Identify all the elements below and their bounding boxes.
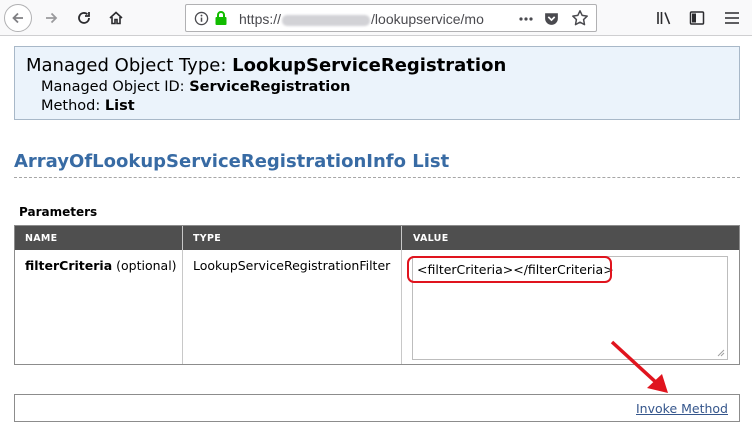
section-divider [14,177,740,178]
reload-icon [78,12,90,24]
column-divider [401,226,402,364]
invoke-method-link[interactable]: Invoke Method [636,401,728,416]
invoke-bar: Invoke Method [14,394,740,422]
forward-arrow-icon [46,12,58,24]
library-icon [657,12,671,25]
managed-object-type-value: LookupServiceRegistration [232,55,507,76]
browser-toolbar: https:// /lookupservice/mo [0,0,752,36]
section-title: ArrayOfLookupServiceRegistrationInfo Lis… [14,151,450,172]
pocket-icon[interactable] [543,10,560,27]
column-divider [182,226,183,364]
sidebar-icon [689,11,705,25]
highlight-annotation [407,256,612,283]
managed-object-id: Managed Object ID: ServiceRegistration [41,79,351,95]
address-bar[interactable]: https:// /lookupservice/mo [185,4,597,32]
method-value: List [104,98,135,114]
back-arrow-icon [4,4,32,32]
reload-button[interactable] [70,4,98,32]
url-scheme: https:// [239,11,282,27]
secure-lock-icon[interactable] [214,10,228,26]
home-button[interactable] [102,4,130,32]
param-name-cell: filterCriteria (optional) [25,258,177,273]
sidebar-button[interactable] [683,4,711,32]
url-path: /lookupservice/mo [371,11,484,27]
method-label: Method: [41,98,101,114]
bookmark-star-icon[interactable] [571,9,589,27]
column-header-name: NAME [25,233,58,244]
hamburger-menu-icon [725,12,739,24]
back-button[interactable] [4,4,32,32]
column-header-value: VALUE [413,233,449,244]
column-header-type: TYPE [193,233,222,244]
managed-object-type-label: Managed Object Type: [26,55,227,76]
parameters-label: Parameters [19,205,98,219]
red-arrow-icon [610,340,668,393]
managed-object-id-value: ServiceRegistration [189,79,351,95]
info-icon[interactable] [194,11,209,26]
library-button[interactable] [651,4,679,32]
page-actions-icon[interactable] [518,11,534,27]
param-type: LookupServiceRegistrationFilter [193,258,391,273]
method: Method: List [41,98,135,114]
url-text: https:// /lookupservice/mo [239,11,484,27]
menu-button[interactable] [718,4,746,32]
forward-button[interactable] [38,4,66,32]
managed-object-type: Managed Object Type: LookupServiceRegist… [26,55,506,76]
home-icon [109,11,123,25]
resize-grip-icon[interactable] [717,349,725,357]
param-qualifier: (optional) [116,258,177,273]
param-name: filterCriteria [25,258,113,273]
table-header: NAME TYPE VALUE [15,226,739,250]
managed-object-id-label: Managed Object ID: [41,79,185,95]
managed-object-header: Managed Object Type: LookupServiceRegist… [14,46,740,120]
url-host-blurred [282,14,371,26]
